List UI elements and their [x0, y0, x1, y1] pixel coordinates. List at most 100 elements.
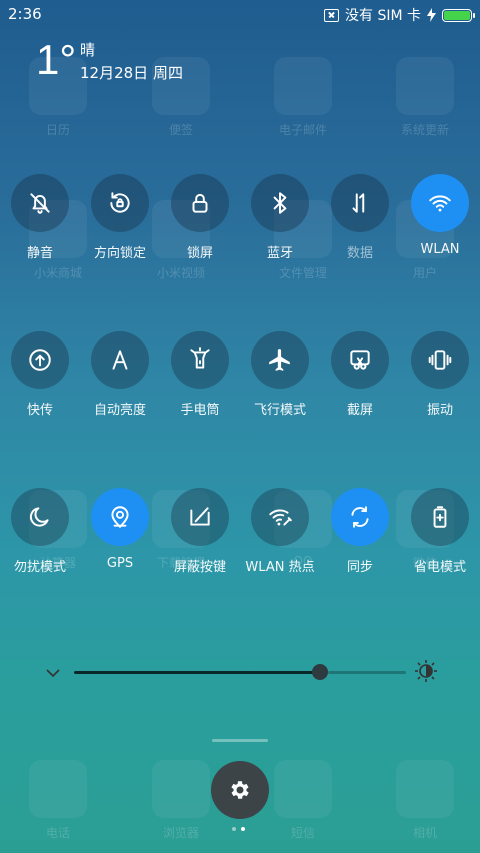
toggle-bell-off[interactable]: 静音: [0, 174, 80, 284]
background-app-label: 短信: [290, 826, 315, 840]
toggle-button[interactable]: [171, 174, 229, 232]
bell-off-icon: [30, 193, 50, 214]
toggle-screenshot[interactable]: 截屏: [320, 331, 400, 441]
bluetooth-icon: [273, 192, 287, 214]
toggle-hotspot[interactable]: WLAN 热点: [240, 488, 320, 598]
weather-condition: 晴: [80, 41, 96, 59]
toggle-moon[interactable]: 勿扰模式: [0, 488, 80, 598]
charging-icon: [427, 8, 436, 22]
toggle-label: 锁屏: [186, 246, 213, 261]
toggle-label: GPS: [106, 556, 134, 571]
toggle-label: 快传: [26, 403, 53, 418]
background-app-icon: [274, 760, 332, 818]
toggle-battery-saver[interactable]: 省电模式: [400, 488, 480, 598]
no-sim-icon: [324, 8, 339, 22]
toggle-bluetooth[interactable]: 蓝牙: [240, 174, 320, 284]
quick-transfer-icon: [29, 349, 51, 371]
background-app-icon: [396, 760, 454, 818]
hotspot-icon: [269, 509, 292, 526]
toggle-button[interactable]: [171, 331, 229, 389]
toggle-button[interactable]: [91, 331, 149, 389]
airplane-icon: [269, 349, 290, 371]
toggle-label: 静音: [26, 246, 53, 261]
toggle-button-block[interactable]: 屏蔽按键: [160, 488, 240, 598]
toggle-label: WLAN: [420, 242, 460, 257]
toggle-button[interactable]: [411, 331, 469, 389]
battery-fill: [444, 10, 470, 20]
background-app-icon: [152, 760, 210, 818]
toggle-button[interactable]: [251, 331, 309, 389]
toggle-button[interactable]: [411, 488, 469, 546]
toggle-button[interactable]: [171, 488, 229, 546]
sync-icon: [351, 506, 369, 528]
toggle-wifi[interactable]: WLAN: [400, 174, 480, 284]
gear-icon: [231, 781, 249, 799]
toggle-flashlight[interactable]: 手电筒: [160, 331, 240, 441]
background-app-label: 电话: [45, 826, 70, 840]
flashlight-icon: [190, 347, 210, 369]
background-app-icon: [396, 57, 454, 115]
brightness-track-filled: [74, 671, 320, 674]
brightness-track-empty: [327, 671, 406, 674]
toggle-button[interactable]: [411, 174, 469, 232]
toggle-button[interactable]: [11, 174, 69, 232]
page-dot: [232, 827, 236, 831]
toggle-rotation-lock[interactable]: 方向锁定: [80, 174, 160, 284]
background-app-label: 便签: [168, 123, 193, 137]
button-block-icon: [190, 507, 210, 526]
toggle-label: 飞行模式: [253, 403, 306, 418]
toggle-button[interactable]: [11, 331, 69, 389]
status-time: 2:36: [8, 5, 42, 23]
mobile-data-icon: [352, 193, 365, 213]
toggle-mobile-data[interactable]: 数据: [320, 174, 400, 284]
background-app-label: 浏览器: [162, 826, 199, 840]
toggle-button[interactable]: [331, 488, 389, 546]
toggle-button[interactable]: [331, 174, 389, 232]
toggle-button[interactable]: [91, 174, 149, 232]
brightness-thumb[interactable]: [311, 664, 328, 680]
toggle-button[interactable]: [331, 331, 389, 389]
lock-icon: [192, 193, 208, 213]
toggle-label: 截屏: [346, 403, 373, 418]
toggle-label: 蓝牙: [266, 246, 293, 261]
vibrate-icon: [428, 350, 452, 370]
status-indicators: 没有 SIM 卡: [324, 5, 475, 25]
toggle-label: 数据: [346, 246, 373, 261]
battery-icon: [442, 8, 475, 22]
toggle-auto-brightness[interactable]: 自动亮度: [80, 331, 160, 441]
toggle-button[interactable]: [251, 488, 309, 546]
toggle-vibrate[interactable]: 振动: [400, 331, 480, 441]
moon-icon: [29, 507, 49, 527]
background-app-label: 系统更新: [400, 123, 449, 137]
background-app-icon: [29, 760, 87, 818]
background-app-label: 电子邮件: [278, 123, 327, 137]
sim-status-text: 没有 SIM 卡: [345, 8, 421, 24]
toggle-airplane[interactable]: 飞行模式: [240, 331, 320, 441]
toggle-label: 勿扰模式: [13, 560, 66, 575]
battery-saver-icon: [433, 506, 447, 528]
auto-brightness-icon[interactable]: [414, 659, 438, 683]
weather-temperature: 1°: [36, 36, 77, 83]
settings-button[interactable]: [211, 761, 269, 819]
screenshot-icon: [350, 350, 370, 370]
background-app-icon: [274, 57, 332, 115]
toggle-lock[interactable]: 锁屏: [160, 174, 240, 284]
page-dot-active: [241, 827, 245, 831]
rotation-lock-icon: [110, 192, 130, 213]
toggle-button[interactable]: [91, 488, 149, 546]
toggle-button[interactable]: [251, 174, 309, 232]
gps-icon: [111, 506, 129, 528]
toggle-label: 手电筒: [180, 403, 220, 418]
toggle-label: 同步: [346, 560, 373, 575]
toggle-gps[interactable]: GPS: [80, 488, 160, 598]
toggle-button[interactable]: [11, 488, 69, 546]
chevron-down-icon[interactable]: [44, 664, 62, 682]
toggle-sync[interactable]: 同步: [320, 488, 400, 598]
status-bar: 2:36 没有 SIM 卡: [0, 0, 480, 28]
wifi-icon: [429, 195, 451, 212]
toggle-quick-transfer[interactable]: 快传: [0, 331, 80, 441]
toggle-label: 振动: [426, 403, 453, 418]
drag-handle[interactable]: [212, 739, 268, 742]
weather-date: 12月28日 周四: [80, 64, 183, 82]
toggle-label: 方向锁定: [93, 246, 146, 261]
